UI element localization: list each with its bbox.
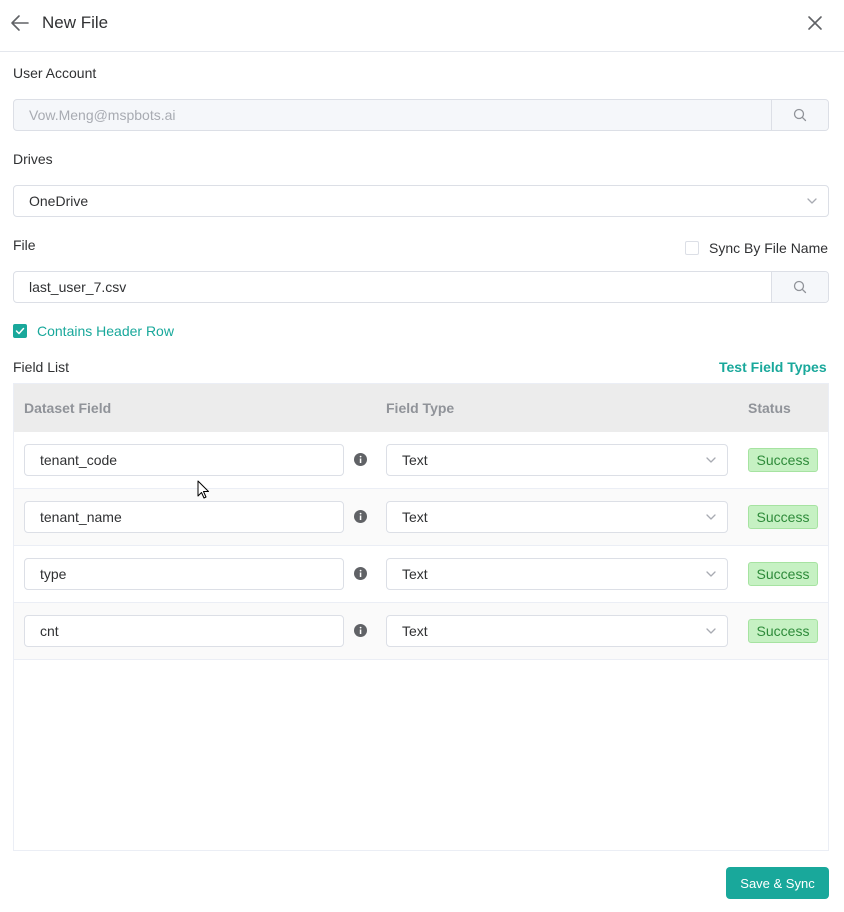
sync-by-file-name-checkbox[interactable]: Sync By File Name <box>685 240 828 256</box>
search-icon <box>793 108 807 122</box>
dataset-field-input[interactable]: type <box>24 558 344 590</box>
file-value[interactable]: last_user_7.csv <box>14 272 771 302</box>
drives-label: Drives <box>13 151 53 167</box>
sync-by-file-name-label: Sync By File Name <box>709 240 829 256</box>
save-and-sync-button[interactable]: Save & Sync <box>726 867 829 899</box>
page-title: New File <box>42 13 109 32</box>
chevron-down-icon <box>706 514 716 520</box>
table-row: cnt Text Success <box>14 603 828 660</box>
dataset-field-input[interactable]: cnt <box>24 615 344 647</box>
test-field-types-link[interactable]: Test Field Types <box>719 359 827 375</box>
info-icon[interactable] <box>354 567 367 580</box>
column-header-field-type: Field Type <box>386 400 455 416</box>
file-field[interactable]: last_user_7.csv <box>13 271 829 303</box>
field-type-select[interactable]: Text <box>386 501 728 533</box>
table-row: type Text Success <box>14 546 828 603</box>
status-badge: Success <box>748 619 818 643</box>
table-row: tenant_code Text Success <box>14 432 828 489</box>
file-search-button[interactable] <box>771 272 828 302</box>
field-type-value: Text <box>402 566 428 582</box>
info-icon[interactable] <box>354 510 367 523</box>
status-badge: Success <box>748 448 818 472</box>
check-icon <box>15 327 25 335</box>
dataset-field-input[interactable]: tenant_name <box>24 501 344 533</box>
arrow-left-icon[interactable] <box>10 14 30 32</box>
field-type-value: Text <box>402 623 428 639</box>
checkbox-box[interactable] <box>685 241 699 255</box>
chevron-down-icon <box>807 198 817 204</box>
chevron-down-icon <box>706 571 716 577</box>
column-header-dataset-field: Dataset Field <box>24 400 112 416</box>
drives-selected-value: OneDrive <box>29 193 89 209</box>
file-label: File <box>13 237 36 253</box>
status-badge: Success <box>748 562 818 586</box>
contains-header-row-checkbox[interactable]: Contains Header Row <box>13 323 174 339</box>
drawer-header: New File <box>0 0 844 52</box>
info-icon[interactable] <box>354 453 367 466</box>
close-icon[interactable] <box>806 14 824 32</box>
field-type-select[interactable]: Text <box>386 558 728 590</box>
field-type-value: Text <box>402 452 428 468</box>
user-account-search-button[interactable] <box>771 100 828 130</box>
search-icon <box>793 280 807 294</box>
table-row: tenant_name Text Success <box>14 489 828 546</box>
info-icon[interactable] <box>354 624 367 637</box>
checkbox-box-checked[interactable] <box>13 324 27 338</box>
field-list-label: Field List <box>13 359 70 375</box>
column-header-status: Status <box>748 400 791 416</box>
user-account-field: Vow.Meng@mspbots.ai <box>13 99 829 131</box>
chevron-down-icon <box>706 457 716 463</box>
field-list-table: Dataset Field Field Type Status tenant_c… <box>13 383 829 851</box>
status-badge: Success <box>748 505 818 529</box>
user-account-value: Vow.Meng@mspbots.ai <box>29 107 176 123</box>
user-account-label: User Account <box>13 65 97 81</box>
chevron-down-icon <box>706 628 716 634</box>
dataset-field-input[interactable]: tenant_code <box>24 444 344 476</box>
table-header: Dataset Field Field Type Status <box>14 384 828 432</box>
drives-select[interactable]: OneDrive <box>13 185 829 217</box>
field-type-select[interactable]: Text <box>386 615 728 647</box>
field-type-value: Text <box>402 509 428 525</box>
field-type-select[interactable]: Text <box>386 444 728 476</box>
contains-header-row-label: Contains Header Row <box>37 323 174 339</box>
